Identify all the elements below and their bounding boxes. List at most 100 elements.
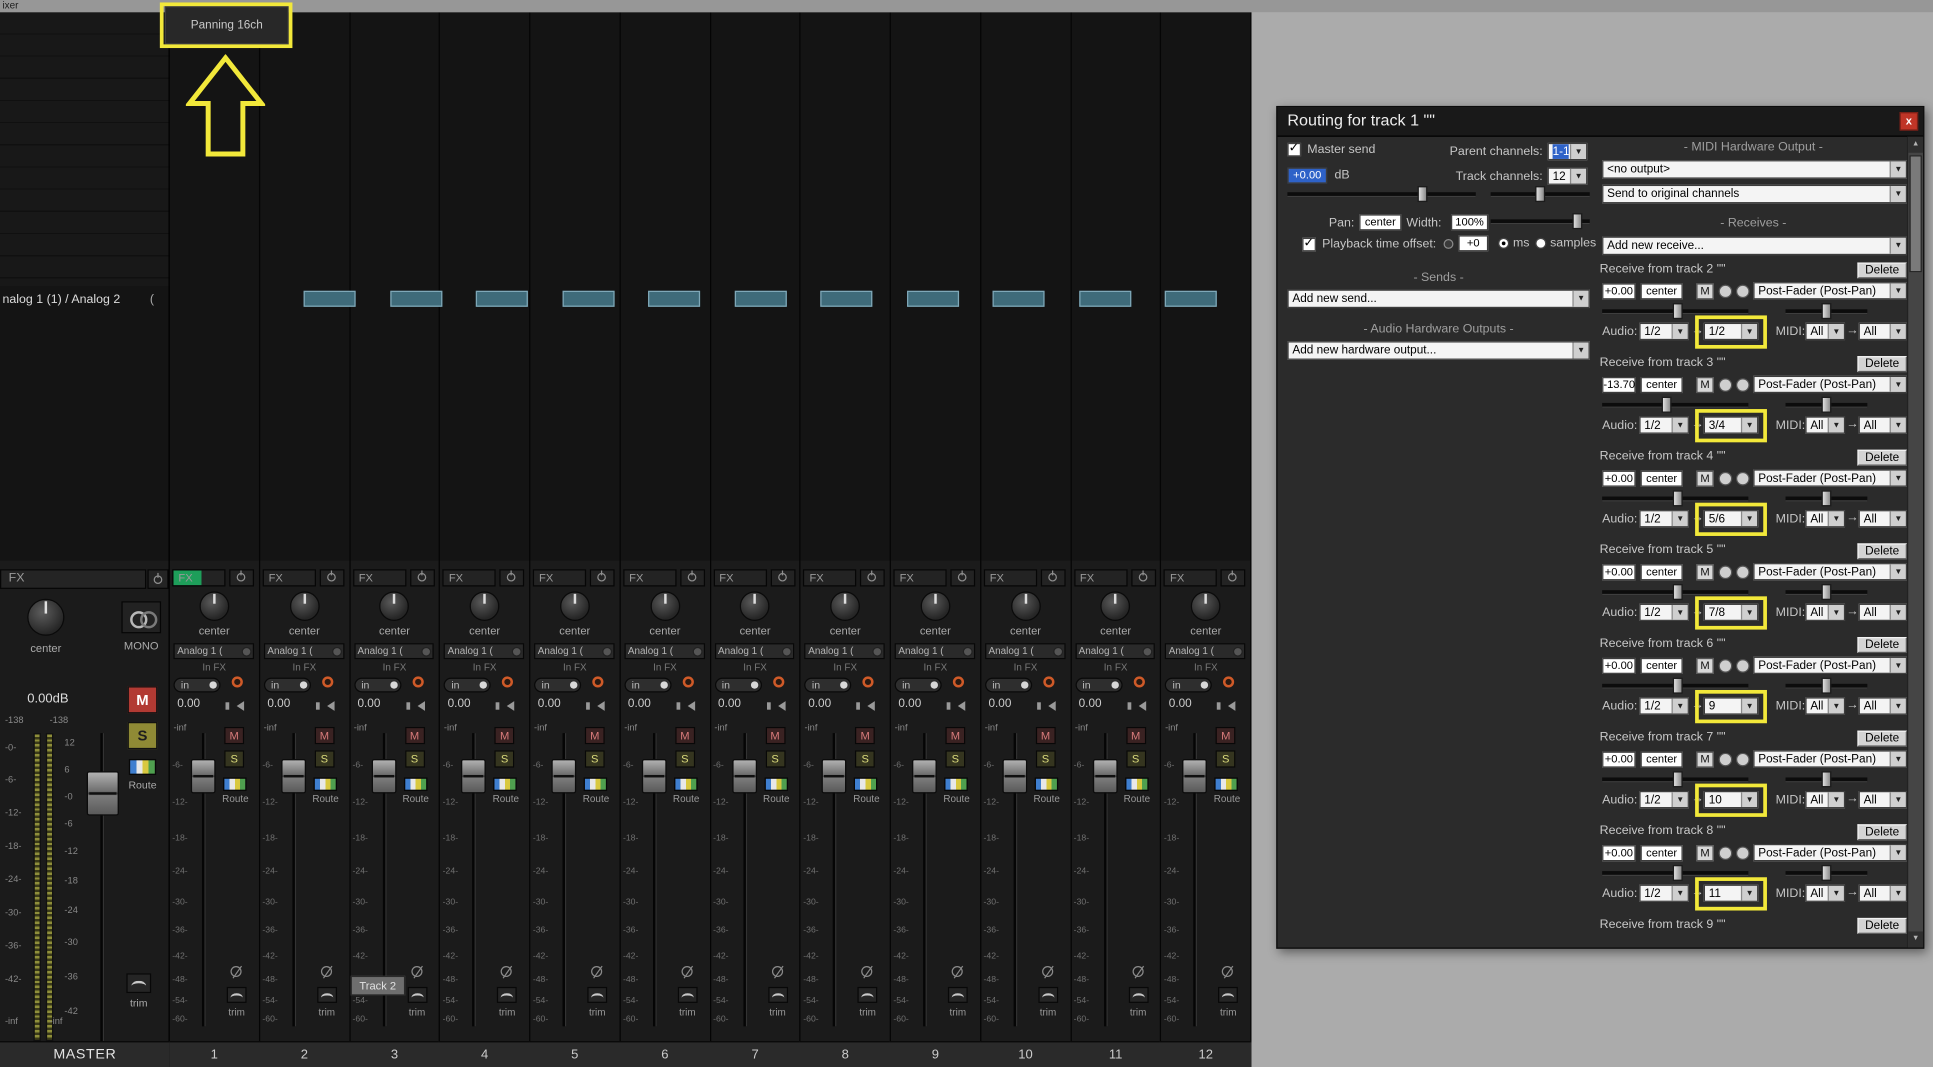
pan-knob[interactable] [560,591,590,621]
samples-radio[interactable] [1535,238,1546,249]
slider-thumb[interactable] [1535,186,1545,202]
route-icon[interactable] [223,777,247,791]
track-item-bar[interactable] [1165,291,1217,307]
receive-destination-channel-select[interactable]: 3/4▼ [1704,416,1759,433]
volume-fader[interactable] [461,759,486,793]
phase-button[interactable] [501,966,512,977]
receive-midi-button[interactable] [1736,566,1750,580]
receive-volume-field[interactable]: -13.70 [1602,377,1635,393]
receive-phase-button[interactable] [1719,378,1733,392]
solo-button[interactable]: S [675,750,695,767]
receive-volume-field[interactable]: +0.00 [1602,564,1635,580]
track-number[interactable]: 9 [890,1041,981,1067]
input-fx-button[interactable] [1233,647,1243,657]
fx-power-button[interactable] [860,569,885,586]
receive-mode-select[interactable]: Post-Fader (Post-Pan)▼ [1753,563,1907,580]
track-item-bar[interactable] [648,291,700,307]
receive-phase-button[interactable] [1719,472,1733,486]
route-icon[interactable] [584,777,608,791]
delete-receive-button[interactable]: Delete [1857,543,1907,559]
slider-thumb[interactable] [1673,303,1683,319]
route-icon[interactable] [764,777,788,791]
phase-button[interactable] [1042,966,1053,977]
volume-fader[interactable] [551,759,576,793]
mute-button[interactable]: M [855,727,875,744]
mute-button[interactable]: M [1216,727,1236,744]
route-icon[interactable] [944,777,968,791]
fx-power-button[interactable] [770,569,795,586]
close-button[interactable]: x [1900,112,1919,130]
width-value-field[interactable]: 100% [1451,214,1488,230]
fx-button[interactable]: FX [1074,569,1127,586]
receive-midi-source-select[interactable]: All▼ [1805,323,1845,340]
record-arm-button[interactable] [232,676,243,687]
receive-mode-select[interactable]: Post-Fader (Post-Pan)▼ [1753,376,1907,393]
receive-pan-field[interactable]: center [1641,471,1683,487]
fx-button[interactable]: FX [803,569,856,586]
pan-knob[interactable] [470,591,500,621]
route-icon[interactable] [1215,777,1239,791]
fx-button[interactable]: FX [713,569,766,586]
master-name-band[interactable]: MASTER [0,1041,170,1067]
receive-destination-channel-select[interactable]: 1/2▼ [1704,323,1759,340]
receive-phase-button[interactable] [1719,753,1733,767]
solo-button[interactable]: S [1126,750,1146,767]
receive-volume-slider[interactable] [1602,303,1748,319]
receive-pan-slider[interactable] [1786,303,1868,319]
slider-thumb[interactable] [1673,865,1683,881]
input-select[interactable]: Analog 1 ( [354,643,434,659]
slider-thumb[interactable] [1572,213,1582,229]
slider-thumb[interactable] [1821,490,1831,506]
mute-button[interactable]: M [1036,727,1056,744]
receive-pan-slider[interactable] [1786,678,1868,694]
receive-source-channel-select[interactable]: 1/2▼ [1639,885,1689,902]
receive-mode-select[interactable]: Post-Fader (Post-Pan)▼ [1753,657,1907,674]
mute-button[interactable]: M [495,727,515,744]
monitor-toggle[interactable]: in [444,678,491,693]
monitor-toggle[interactable]: in [534,678,581,693]
receive-volume-slider[interactable] [1602,678,1748,694]
receive-mode-select[interactable]: Post-Fader (Post-Pan)▼ [1753,750,1907,767]
fx-power-button[interactable] [229,569,254,586]
receive-volume-slider[interactable] [1602,584,1748,600]
midi-output-select[interactable]: <no output>▼ [1602,160,1907,178]
receive-mode-select[interactable]: Post-Fader (Post-Pan)▼ [1753,282,1907,299]
slider-thumb[interactable] [1821,678,1831,694]
scroll-up-icon[interactable]: ▲ [1908,137,1923,153]
receive-midi-source-select[interactable]: All▼ [1805,697,1845,714]
trim-icon[interactable] [1128,987,1148,1003]
solo-button[interactable]: S [224,750,244,767]
phase-button[interactable] [411,966,422,977]
slider-thumb[interactable] [1662,397,1672,413]
record-arm-button[interactable] [322,676,333,687]
record-arm-button[interactable] [412,676,423,687]
volume-fader[interactable] [1182,759,1207,793]
monitor-toggle[interactable]: in [804,678,851,693]
volume-fader[interactable] [191,759,216,793]
receive-phase-button[interactable] [1719,285,1733,299]
receive-midi-source-select[interactable]: All▼ [1805,604,1845,621]
fx-power-button[interactable] [1221,569,1246,586]
track-number[interactable]: 5 [529,1041,620,1067]
mono-button[interactable] [121,601,161,633]
record-arm-button[interactable] [502,676,513,687]
receive-mute-button[interactable]: M [1696,658,1713,674]
receive-midi-button[interactable] [1736,472,1750,486]
trim-icon[interactable] [858,987,878,1003]
route-icon[interactable] [313,777,337,791]
slider-thumb[interactable] [1821,771,1831,787]
track-number[interactable]: 10 [980,1041,1071,1067]
input-fx-button[interactable] [872,647,882,657]
receive-midi-button[interactable] [1736,659,1750,673]
receive-volume-field[interactable]: +0.00 [1602,845,1635,861]
master-volume-fader[interactable] [87,771,119,815]
input-select[interactable]: Analog 1 ( [264,643,344,659]
receive-source-channel-select[interactable]: 1/2▼ [1639,697,1689,714]
track-item-bar[interactable] [390,291,442,307]
receive-pan-field[interactable]: center [1641,752,1683,768]
trim-icon[interactable] [1038,987,1058,1003]
delete-receive-button[interactable]: Delete [1857,356,1907,372]
monitor-toggle[interactable]: in [1165,678,1212,693]
fx-button[interactable]: FX [1164,569,1217,586]
receive-pan-slider[interactable] [1786,490,1868,506]
